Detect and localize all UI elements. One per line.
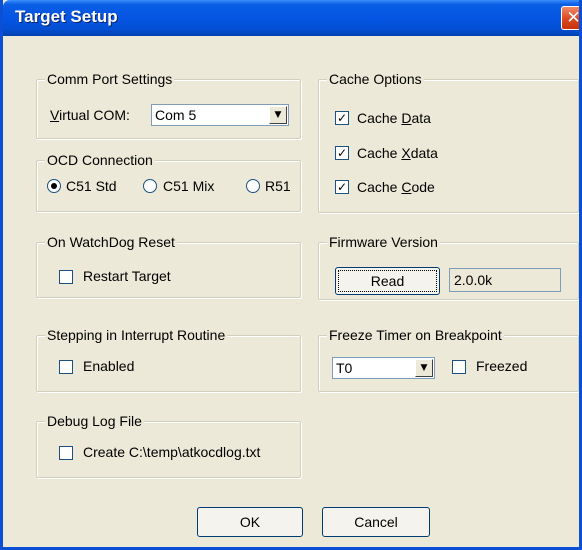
create-log-checkbox[interactable] [59, 446, 73, 460]
watchdog-group-label: On WatchDog Reset [45, 234, 177, 250]
cache-data-label[interactable]: Cache Data [357, 110, 431, 126]
title-bar[interactable]: Target Setup ✕ [3, 0, 581, 36]
freeze-timer-select[interactable]: T0 ▼ [332, 357, 435, 379]
checkmark-icon: ✓ [336, 180, 348, 194]
chevron-down-icon[interactable]: ▼ [269, 106, 287, 124]
radio-r51-label[interactable]: R51 [265, 178, 291, 194]
freezed-checkbox[interactable] [452, 360, 466, 374]
cache-xdata-checkbox[interactable]: ✓ [335, 146, 349, 160]
radio-r51[interactable] [246, 179, 260, 193]
cache-options-group-label: Cache Options [327, 71, 424, 87]
chevron-down-icon[interactable]: ▼ [415, 359, 433, 377]
virtual-com-label: Virtual COM: [50, 107, 130, 123]
firmware-version-field: 2.0.0k [449, 268, 561, 292]
cancel-button[interactable]: Cancel [322, 507, 430, 537]
window-title: Target Setup [15, 7, 118, 26]
ok-button[interactable]: OK [197, 507, 303, 537]
radio-c51-std-label[interactable]: C51 Std [66, 178, 117, 194]
cache-xdata-label[interactable]: Cache Xdata [357, 145, 438, 161]
radio-c51-std[interactable] [47, 179, 61, 193]
read-button[interactable]: Read [335, 267, 440, 295]
cache-code-checkbox[interactable]: ✓ [335, 180, 349, 194]
checkmark-icon: ✓ [336, 111, 348, 125]
enabled-label[interactable]: Enabled [83, 358, 134, 374]
restart-target-label[interactable]: Restart Target [83, 268, 171, 284]
cache-code-label[interactable]: Cache Code [357, 179, 435, 195]
freeze-timer-group-label: Freeze Timer on Breakpoint [327, 327, 504, 343]
restart-target-checkbox[interactable] [59, 270, 73, 284]
close-button[interactable]: ✕ [561, 6, 581, 30]
cache-data-checkbox[interactable]: ✓ [335, 111, 349, 125]
stepping-group: Stepping in Interrupt Routine [36, 327, 301, 392]
firmware-version-group-label: Firmware Version [327, 234, 440, 250]
ocd-connection-group-label: OCD Connection [45, 152, 155, 168]
freezed-label[interactable]: Freezed [476, 358, 527, 374]
stepping-group-label: Stepping in Interrupt Routine [45, 327, 228, 343]
virtual-com-value: Com 5 [155, 107, 197, 123]
radio-c51-mix-label[interactable]: C51 Mix [163, 178, 214, 194]
checkmark-icon: ✓ [336, 146, 348, 160]
close-icon: ✕ [566, 8, 581, 28]
create-log-label[interactable]: Create C:\temp\atkocdlog.txt [83, 444, 260, 460]
target-setup-dialog: Target Setup ✕ Comm Port Settings Virtua… [0, 0, 582, 550]
radio-c51-mix[interactable] [143, 179, 157, 193]
freeze-timer-value: T0 [336, 360, 353, 376]
comm-port-group-label: Comm Port Settings [45, 71, 175, 87]
enabled-checkbox[interactable] [59, 360, 73, 374]
virtual-com-select[interactable]: Com 5 ▼ [151, 104, 289, 126]
debug-log-group-label: Debug Log File [45, 413, 144, 429]
